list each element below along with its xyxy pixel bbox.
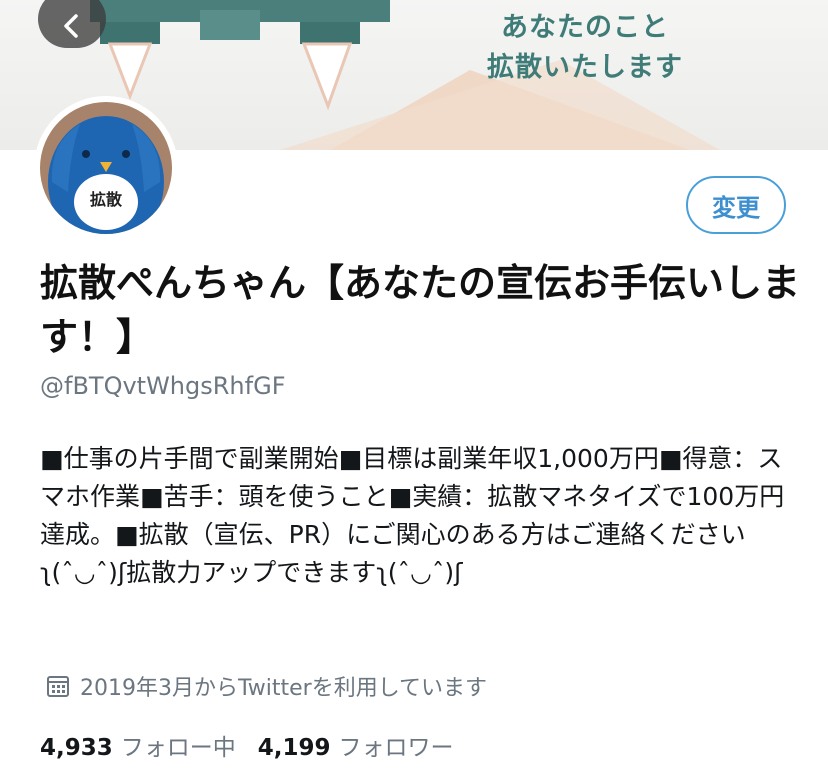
following-label[interactable]: フォロー中 [121,728,236,762]
chevron-left-icon [64,14,78,38]
edit-profile-button[interactable]: 変更 [686,176,786,234]
join-date: 2019年3月からTwitterを利用しています [46,670,487,702]
banner-caption-line-2: 拡散いたします [487,52,683,83]
follow-stats: 4,933 フォロー中 4,199 フォロワー [40,728,476,762]
calendar-icon [47,676,69,697]
banner-caption: あなたのこと 拡散いたします [470,8,700,88]
user-handle: @fBTQvtWhgsRhfGF [40,372,286,400]
following-count[interactable]: 4,933 [40,735,113,761]
followers-count[interactable]: 4,199 [258,735,331,761]
penguin-icon [40,102,172,234]
back-button[interactable] [38,0,106,48]
avatar-image: 拡散 [40,102,172,234]
profile-bio: ■仕事の片手間で副業開始■目標は副業年収1,000万円■得意：スマホ作業■苦手：… [40,444,785,587]
avatar[interactable]: 拡散 [34,96,178,240]
banner-caption-line-1: あなたのこと [501,12,669,43]
display-name: 拡散ぺんちゃん【あなたの宣伝お手伝いします！】 [40,261,801,359]
followers-label[interactable]: フォロワー [339,728,454,762]
join-date-text: 2019年3月からTwitterを利用しています [80,676,488,701]
avatar-label: 拡散 [89,190,122,209]
